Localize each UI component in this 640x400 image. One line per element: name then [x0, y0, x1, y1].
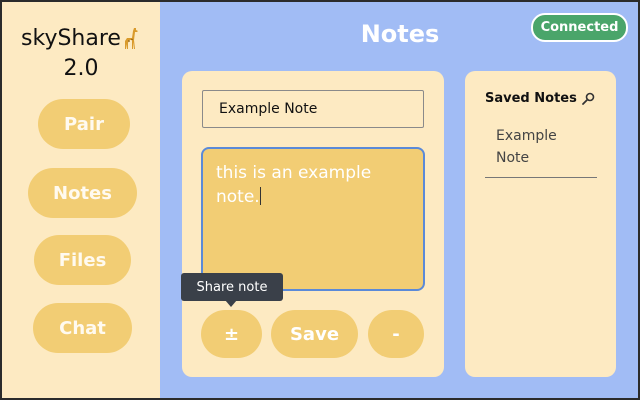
note-editor-card: this is an example note. ± Save -	[182, 71, 444, 377]
tooltip-arrow	[225, 300, 237, 307]
giraffe-icon	[124, 28, 138, 49]
saved-note-title-line: Note	[496, 150, 530, 166]
sidebar-item-notes[interactable]: Notes	[28, 168, 137, 218]
text-caret	[259, 187, 261, 205]
sidebar-item-label: Chat	[59, 317, 106, 339]
sidebar-item-label: Pair	[64, 113, 104, 135]
note-title-input[interactable]	[202, 90, 424, 128]
saved-note-item[interactable]: Example Note	[496, 125, 596, 169]
sidebar-item-label: Notes	[53, 182, 112, 204]
delete-button-label: -	[392, 323, 400, 345]
sidebar-item-label: Files	[58, 249, 107, 271]
note-body-line: this is an example	[216, 163, 372, 183]
saved-note-title-line: Example	[496, 128, 557, 144]
sidebar-item-files[interactable]: Files	[34, 235, 131, 285]
note-body-textarea[interactable]: this is an example note.	[201, 147, 425, 291]
status-badge: Connected	[531, 13, 628, 42]
share-note-tooltip: Share note	[181, 273, 283, 301]
share-button-label: ±	[223, 323, 240, 345]
save-button[interactable]: Save	[271, 310, 358, 358]
app-name: skyShare	[21, 26, 121, 51]
app-version: 2.0	[63, 56, 99, 81]
note-body-line: note.	[216, 187, 260, 207]
sidebar-item-pair[interactable]: Pair	[38, 99, 130, 149]
share-note-button[interactable]: ±	[201, 310, 262, 358]
saved-notes-heading: Saved Notes	[485, 91, 577, 106]
magnifier-icon	[581, 92, 595, 105]
sidebar-item-chat[interactable]: Chat	[33, 303, 132, 353]
saved-notes-panel: Saved Notes Example Note	[465, 71, 616, 377]
app-brand: skyShare 2.0	[2, 24, 160, 84]
tooltip-text: Share note	[196, 279, 268, 295]
page-title: Notes	[360, 20, 440, 48]
saved-notes-header: Saved Notes	[485, 91, 595, 106]
sidebar: skyShare 2.0 Pair Notes Files Chat	[2, 2, 160, 398]
save-button-label: Save	[289, 323, 340, 345]
delete-note-button[interactable]: -	[368, 310, 424, 358]
saved-note-divider	[485, 177, 597, 178]
